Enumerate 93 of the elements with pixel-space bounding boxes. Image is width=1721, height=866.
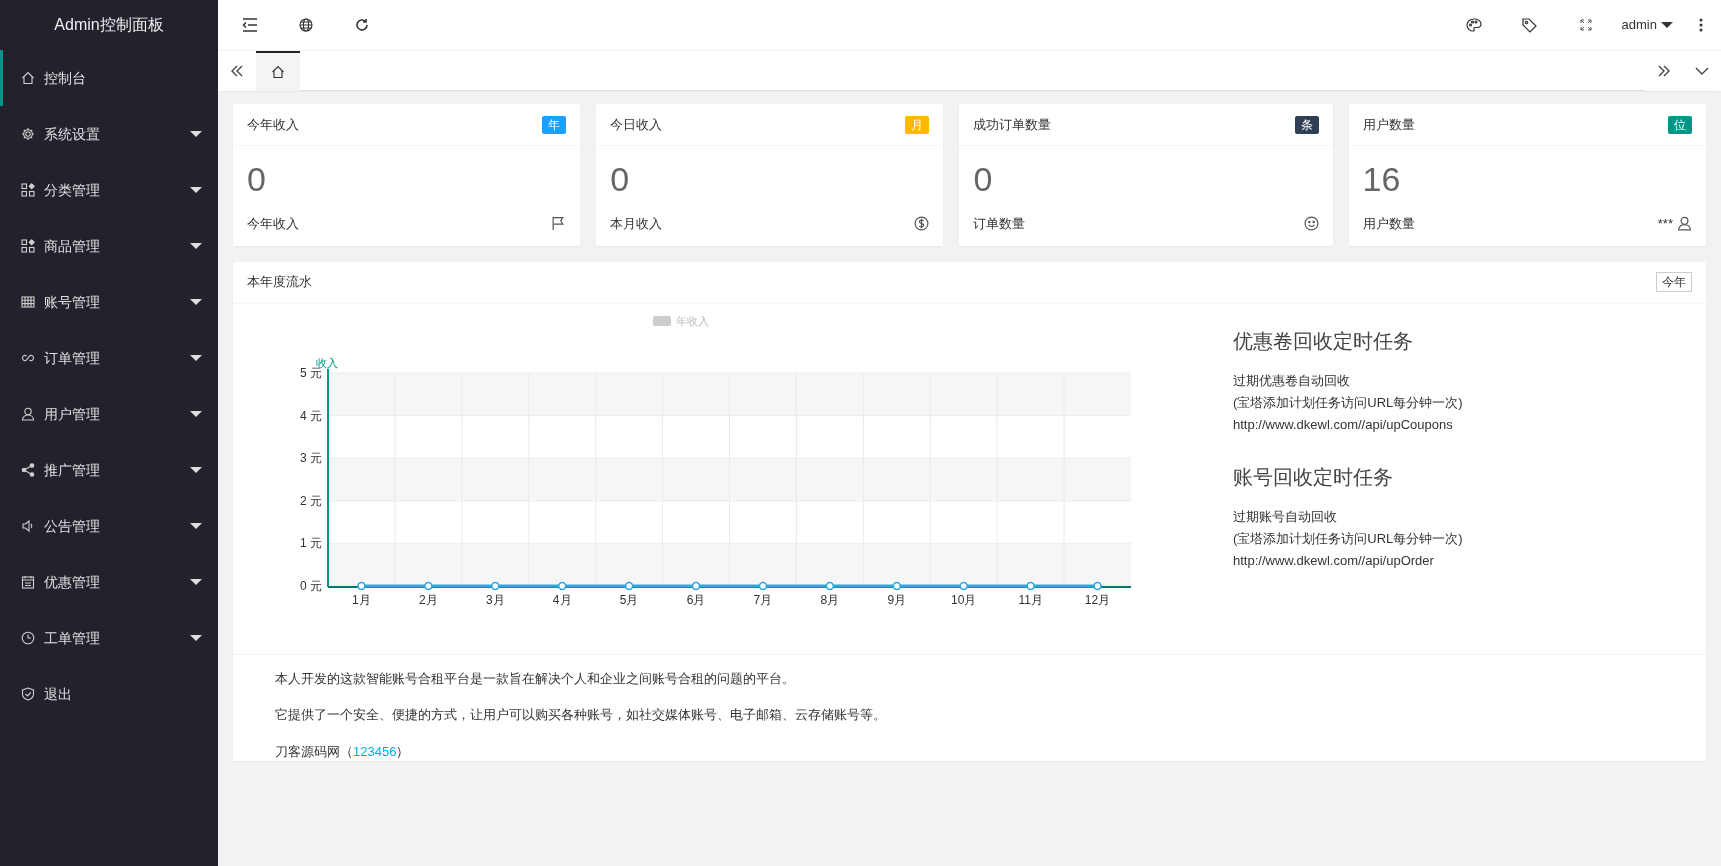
stat-value: 0 xyxy=(247,162,267,196)
calendar-icon xyxy=(21,575,35,589)
sidebar-item[interactable]: 用户管理 xyxy=(0,386,218,442)
data-point xyxy=(691,581,701,590)
stat-label: 用户数量 xyxy=(1362,215,1415,233)
description-text: 它提供了一个安全、便捷的方式，让用户可以购买各种账号，如社交媒体账号、电子邮箱、云存储账号等。 xyxy=(275,706,887,724)
sidebar-item[interactable]: 公告管理 xyxy=(0,498,218,554)
axis-label: 3月 xyxy=(485,592,505,607)
axis-label: 12月 xyxy=(1084,592,1111,607)
apps-icon xyxy=(21,183,35,197)
data-point xyxy=(557,581,567,590)
panel-title: 本年度流水 xyxy=(247,273,312,292)
stat-label: 订单数量 xyxy=(973,215,1026,233)
sidebar-item[interactable]: 优惠管理 xyxy=(0,554,218,610)
axis-label: 4 元 xyxy=(300,408,322,423)
masked-text: *** xyxy=(1657,215,1673,233)
data-point xyxy=(1026,581,1035,590)
axis-label: 0 元 xyxy=(300,578,322,593)
task-title: 账号回收定时任务 xyxy=(1233,464,1394,490)
period-badge: 年 xyxy=(542,115,567,134)
axis-label: 8月 xyxy=(820,592,840,607)
stat-label: 今年收入 xyxy=(247,215,299,233)
sidebar-item[interactable]: 分类管理 xyxy=(0,162,218,218)
axis-label: 2月 xyxy=(419,592,438,607)
grid-icon xyxy=(21,295,35,309)
stat-value: 0 xyxy=(610,162,631,196)
task-text: (宝塔添加计划任务访问URL每分钟一次) xyxy=(1233,529,1463,548)
user-menu[interactable]: admin xyxy=(1613,0,1681,50)
user-icon xyxy=(1677,216,1692,232)
sidebar-item[interactable]: 退出 xyxy=(0,666,218,722)
task-text: http://www.dkewl.com//api/upOrder xyxy=(1233,551,1435,570)
sidebar-item[interactable]: 系统设置 xyxy=(0,106,218,162)
axis-label: 7月 xyxy=(753,592,773,607)
stat-value: 0 xyxy=(973,162,994,196)
task-text: http://www.dkewl.com//api/upCoupons xyxy=(1233,415,1454,434)
dollar-icon xyxy=(914,216,930,232)
data-point xyxy=(357,581,366,590)
card-title: 成功订单数量 xyxy=(973,115,1052,134)
sidebar-item[interactable]: 账号管理 xyxy=(0,274,218,330)
card-title: 今年收入 xyxy=(247,115,299,134)
year-filter-button[interactable]: 今年 xyxy=(1656,272,1692,292)
shield-icon xyxy=(21,687,35,701)
card-title: 用户数量 xyxy=(1362,115,1415,134)
sidebar-item[interactable]: 订单管理 xyxy=(0,330,218,386)
axis-title: 收入 xyxy=(316,356,338,369)
data-point xyxy=(959,581,968,590)
stat-label: 本月收入 xyxy=(610,215,663,233)
data-point xyxy=(825,581,835,590)
axis-label: 6月 xyxy=(686,592,706,607)
period-badge: 条 xyxy=(1294,115,1319,134)
dropdown-icon[interactable] xyxy=(1683,50,1721,91)
speaker-icon xyxy=(21,519,35,533)
axis-label: 9月 xyxy=(887,592,907,607)
sidebar-item[interactable]: 工单管理 xyxy=(0,610,218,666)
task-text: 过期账号自动回收 xyxy=(1233,507,1338,526)
credit-text: 刀客源码网（123456） xyxy=(275,742,411,761)
clock-icon xyxy=(21,631,35,645)
task-text: 过期优惠卷自动回收 xyxy=(1233,371,1351,390)
legend-label: 年收入 xyxy=(676,314,709,327)
home-icon xyxy=(271,64,285,79)
sidebar-item[interactable]: 推广管理 xyxy=(0,442,218,498)
apps-icon xyxy=(21,239,35,253)
flag-icon xyxy=(551,216,567,232)
data-point xyxy=(624,581,634,590)
axis-label: 1月 xyxy=(352,592,371,607)
card-title: 今日收入 xyxy=(610,115,663,134)
description-text: 本人开发的这款智能账号合租平台是一款旨在解决个人和企业之间账号合租的问题的平台。 xyxy=(275,669,796,688)
axis-label: 5月 xyxy=(619,592,639,607)
axis-label: 10月 xyxy=(951,592,977,607)
task-title: 优惠卷回收定时任务 xyxy=(1233,328,1414,354)
home-tab[interactable] xyxy=(256,50,300,91)
app-title: Admin控制面板 xyxy=(54,15,164,35)
home-icon xyxy=(21,71,35,85)
sidebar-item[interactable]: 商品管理 xyxy=(0,218,218,274)
data-point xyxy=(758,581,768,590)
user-icon xyxy=(21,407,35,421)
axis-label: 2 元 xyxy=(300,493,322,508)
period-badge: 位 xyxy=(1668,115,1692,134)
smile-icon xyxy=(1303,216,1319,232)
axis-label: 11月 xyxy=(1018,592,1043,607)
task-text: (宝塔添加计划任务访问URL每分钟一次) xyxy=(1233,393,1463,412)
share-icon xyxy=(21,463,35,477)
axis-label: 4月 xyxy=(552,592,572,607)
legend-swatch xyxy=(653,315,671,326)
stat-value: 16 xyxy=(1362,162,1402,196)
settings-icon xyxy=(21,127,35,141)
data-point xyxy=(1093,581,1102,590)
axis-label: 3 元 xyxy=(300,450,322,465)
data-point xyxy=(491,581,500,590)
axis-label: 1 元 xyxy=(300,535,322,550)
data-point xyxy=(892,581,902,590)
period-badge: 月 xyxy=(905,115,930,134)
data-point xyxy=(424,581,433,590)
